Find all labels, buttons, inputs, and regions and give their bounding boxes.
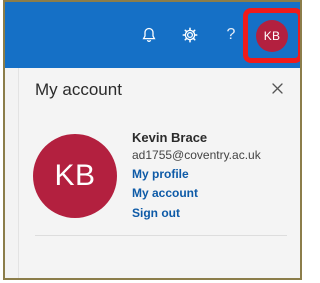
sign-out-link[interactable]: Sign out xyxy=(132,206,180,220)
account-panel: My account KB Kevin Brace ad1755@coventr… xyxy=(19,68,300,278)
close-icon[interactable] xyxy=(267,78,287,98)
profile-avatar-initials: KB xyxy=(54,159,96,192)
help-glyph: ? xyxy=(226,26,236,43)
profile-avatar: KB xyxy=(33,134,117,218)
user-name: Kevin Brace xyxy=(132,130,208,145)
my-account-link[interactable]: My account xyxy=(132,186,198,200)
gear-icon[interactable] xyxy=(179,24,201,46)
top-bar: ? KB xyxy=(5,2,300,68)
help-icon[interactable]: ? xyxy=(220,24,242,46)
background-page-strip xyxy=(5,68,19,278)
bell-icon[interactable] xyxy=(138,24,160,46)
user-email: ad1755@coventry.ac.uk xyxy=(132,148,261,162)
screenshot-frame: ? KB My account KB Kevin Brace ad1755@co… xyxy=(3,0,302,280)
highlight-box xyxy=(243,8,300,63)
divider xyxy=(35,235,287,236)
panel-title: My account xyxy=(35,80,122,99)
my-profile-link[interactable]: My profile xyxy=(132,167,189,181)
